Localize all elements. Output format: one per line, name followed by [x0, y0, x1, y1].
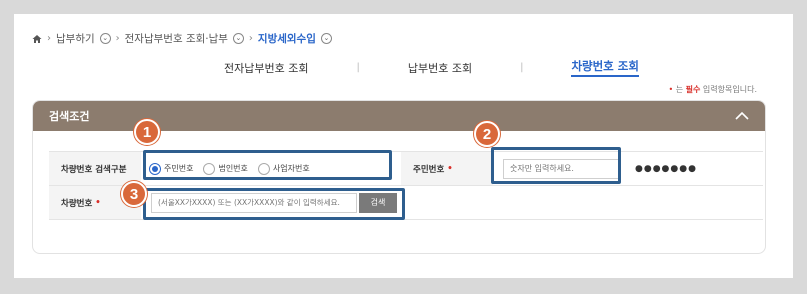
- breadcrumb-item-current[interactable]: 지방세외수입: [258, 31, 316, 46]
- tab-epay-number[interactable]: 전자납부번호 조회: [224, 60, 308, 76]
- highlight-box-car-number: [143, 188, 405, 220]
- tab-divider: |: [520, 62, 524, 73]
- resident-number-masked: ●●●●●●●: [635, 163, 697, 174]
- chevron-right-icon: ›: [47, 33, 51, 44]
- chevron-down-icon[interactable]: ⌄: [232, 33, 244, 44]
- page-canvas: › 납부하기 ⌄ › 전자납부번호 조회·납부 ⌄ › 지방세외수입 ⌄ 전자납…: [14, 14, 793, 278]
- search-type-label: 차량번호 검색구분: [49, 152, 141, 185]
- home-icon[interactable]: [32, 34, 42, 44]
- tab-bar: 전자납부번호 조회 | 납부번호 조회 | 차량번호 조회: [224, 58, 639, 77]
- breadcrumb-item-epay[interactable]: 전자납부번호 조회·납부: [125, 31, 228, 46]
- chevron-up-icon[interactable]: [735, 111, 749, 121]
- chevron-right-icon: ›: [115, 33, 120, 44]
- tab-divider: |: [356, 62, 360, 73]
- resident-number-label: 주민번호 •: [401, 152, 493, 185]
- callout-badge-3: 3: [121, 181, 147, 207]
- highlight-box-search-type: [143, 150, 392, 180]
- breadcrumb-item-pay[interactable]: 납부하기: [56, 31, 95, 46]
- required-note: • 는 필수 입력항목입니다.: [668, 85, 757, 94]
- chevron-down-icon[interactable]: ⌄: [99, 33, 111, 44]
- breadcrumb: › 납부하기 ⌄ › 전자납부번호 조회·납부 ⌄ › 지방세외수입 ⌄: [32, 31, 332, 46]
- highlight-box-resident-number: [491, 147, 621, 184]
- callout-badge-2: 2: [474, 121, 500, 147]
- panel-title: 검색조건: [49, 110, 90, 123]
- chevron-right-icon: ›: [248, 33, 253, 44]
- callout-badge-1: 1: [134, 119, 160, 145]
- tab-car-number[interactable]: 차량번호 조회: [571, 58, 639, 77]
- chevron-down-icon[interactable]: ⌄: [320, 33, 332, 44]
- tab-pay-number[interactable]: 납부번호 조회: [408, 60, 472, 76]
